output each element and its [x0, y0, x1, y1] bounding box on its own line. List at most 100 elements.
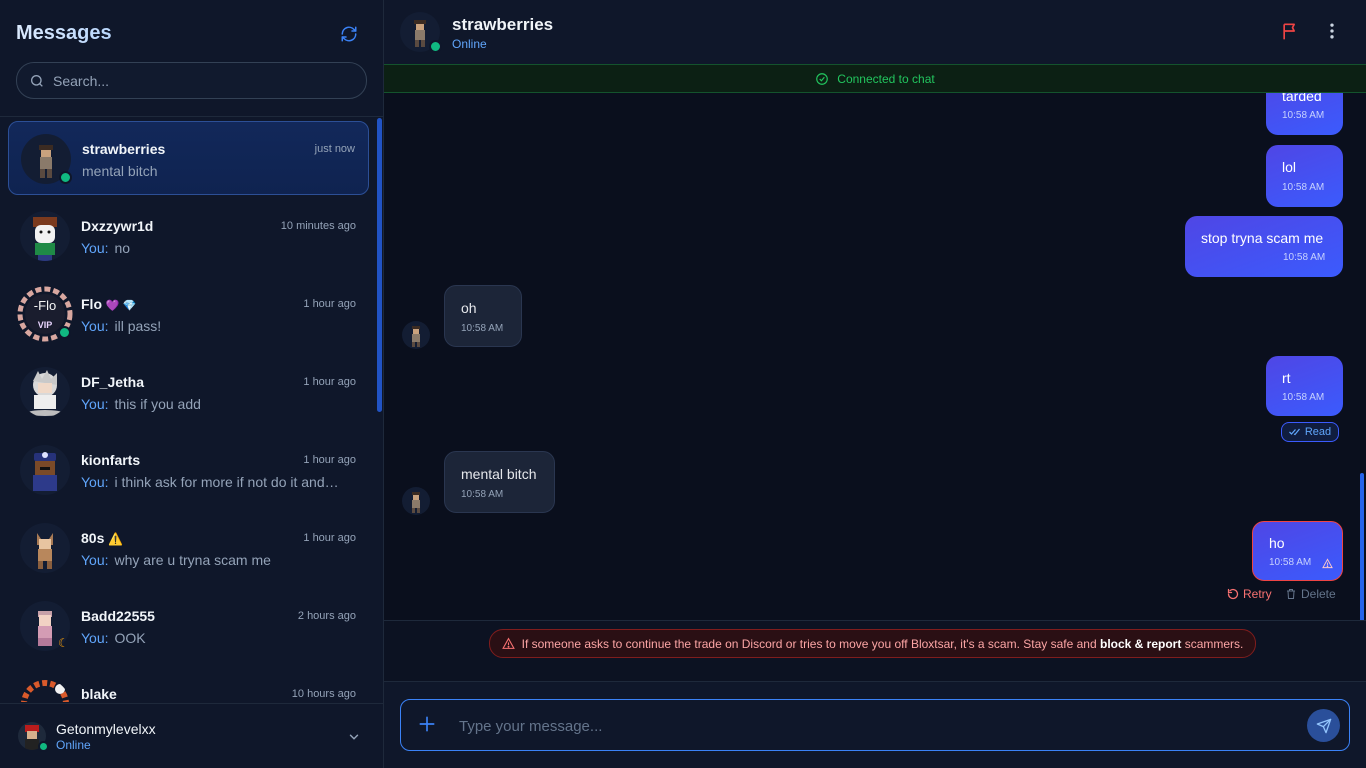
- sidebar-scrollbar[interactable]: [377, 118, 382, 412]
- avatar: [20, 367, 70, 417]
- conversation-name: strawberries: [82, 141, 166, 157]
- report-button[interactable]: [1280, 21, 1302, 43]
- contact-status: Online: [452, 37, 487, 51]
- conversation-item-blake[interactable]: blake 10 hours ago: [8, 667, 369, 702]
- message-text: ho: [1269, 535, 1285, 551]
- message-list: tarded 10:58 AM lol 10:58 AM stop tryna …: [384, 93, 1366, 681]
- retry-label: Retry: [1243, 587, 1272, 601]
- delete-label: Delete: [1301, 587, 1336, 601]
- conversation-name: Flo 💜 💎: [81, 296, 136, 312]
- conversation-item-badd22555[interactable]: ☾ Badd22555 2 hours ago You: OOK: [8, 589, 369, 663]
- message-preview: ill pass!: [114, 318, 162, 334]
- user-menu-toggle[interactable]: [347, 730, 361, 749]
- send-icon: [1316, 718, 1331, 733]
- conversation-name: 80s ⚠️: [81, 530, 123, 546]
- warning-text-bold: block & report: [1100, 636, 1182, 651]
- warning-text-pre: If someone asks to continue the trade on…: [521, 636, 1097, 651]
- conversation-preview: You: no: [81, 240, 351, 256]
- message-bubble-outgoing[interactable]: rt 10:58 AM: [1266, 356, 1343, 416]
- delete-button[interactable]: Delete: [1285, 587, 1336, 601]
- warning-text: If someone asks to continue the trade on…: [522, 637, 1244, 651]
- conversation-preview: You: i think ask for more if not do it an…: [81, 474, 351, 490]
- avatar: [20, 523, 70, 573]
- moon-icon: ☾: [58, 636, 69, 650]
- sender-avatar: [402, 321, 430, 349]
- search-icon: [31, 74, 43, 87]
- conversation-time: 1 hour ago: [303, 532, 356, 544]
- svg-text:-Flo: -Flo: [34, 298, 56, 313]
- conversation-name: DF_Jetha: [81, 374, 145, 390]
- conversation-preview: mental bitch: [82, 163, 352, 179]
- message-text: mental bitch: [461, 466, 537, 482]
- conversation-name-text: 80s: [81, 530, 105, 546]
- retry-icon: [1227, 588, 1239, 600]
- conversation-preview: You: why are u tryna scam me: [81, 552, 351, 568]
- you-label: You:: [81, 474, 109, 490]
- conversation-preview: You: ill pass!: [81, 318, 351, 334]
- sidebar: Messages strawberries just now mental bi…: [0, 0, 384, 768]
- message-bubble-failed[interactable]: ho 10:58 AM: [1252, 521, 1343, 581]
- composer: [384, 681, 1366, 768]
- message-bubble-outgoing[interactable]: stop tryna scam me 10:58 AM: [1185, 216, 1343, 277]
- conversation-time: 10 hours ago: [291, 688, 356, 700]
- conversation-item-kionfarts[interactable]: kionfarts 1 hour ago You: i think ask for…: [8, 433, 369, 507]
- retry-button[interactable]: Retry: [1227, 587, 1272, 601]
- conversation-time: 2 hours ago: [297, 610, 356, 622]
- message-preview: i think ask for more if not do it and…: [114, 474, 339, 490]
- message-input[interactable]: [459, 715, 1289, 737]
- online-indicator: [38, 741, 49, 752]
- you-label: You:: [81, 396, 109, 412]
- conversation-list: strawberries just now mental bitch Dxzzy…: [0, 118, 376, 702]
- connection-status-text: Connected to chat: [837, 71, 935, 86]
- safety-warning-area: If someone asks to continue the trade on…: [384, 620, 1366, 681]
- attach-button[interactable]: [417, 714, 439, 736]
- message-preview: this if you add: [114, 396, 201, 412]
- conversation-time: just now: [314, 143, 355, 155]
- avatar: [20, 211, 70, 261]
- online-indicator: [58, 326, 71, 339]
- you-label: You:: [81, 240, 109, 256]
- message-text: rt: [1282, 370, 1291, 386]
- message-bubble-incoming[interactable]: oh 10:58 AM: [444, 285, 522, 347]
- avatar: [20, 445, 70, 495]
- search-input[interactable]: [53, 72, 343, 89]
- message-preview: OOK: [114, 630, 146, 646]
- conversation-preview: You: this if you add: [81, 396, 351, 412]
- conversation-item-80s[interactable]: 80s ⚠️ 1 hour ago You: why are u tryna sc…: [8, 511, 369, 585]
- message-bubble-outgoing[interactable]: lol 10:58 AM: [1266, 145, 1343, 207]
- message-text: oh: [461, 300, 477, 316]
- message-preview: why are u tryna scam me: [114, 552, 271, 568]
- conversation-item-dxzzywr1d[interactable]: Dxzzywr1d 10 minutes ago You: no: [8, 199, 369, 273]
- message-time: 10:58 AM: [1269, 557, 1312, 568]
- current-user-panel[interactable]: Getonmylevelxx Online: [0, 703, 383, 768]
- contact-name: strawberries: [452, 15, 554, 34]
- scam-warning-banner: If someone asks to continue the trade on…: [489, 629, 1256, 658]
- conversation-name: kionfarts: [81, 452, 141, 468]
- search-box: [16, 62, 367, 99]
- message-time: 10:58 AM: [1282, 110, 1325, 121]
- more-options-button[interactable]: [1322, 21, 1344, 43]
- conversation-item-strawberries[interactable]: strawberries just now mental bitch: [8, 121, 369, 195]
- sender-avatar: [402, 487, 430, 515]
- chevron-down-icon: [349, 734, 359, 740]
- message-bubble-incoming[interactable]: mental bitch 10:58 AM: [444, 451, 555, 513]
- conversation-item-df-jetha[interactable]: DF_Jetha 1 hour ago You: this if you add: [8, 355, 369, 429]
- conversation-time: 1 hour ago: [303, 376, 356, 388]
- conversation-time: 1 hour ago: [303, 454, 356, 466]
- message-text: lol: [1282, 159, 1297, 175]
- conversation-preview: You: OOK: [81, 630, 351, 646]
- conversation-item-flo[interactable]: -Flo VIP Flo 💜 💎 1 hour ago You: ill pass!: [8, 277, 369, 351]
- alert-triangle-icon: [1322, 558, 1333, 569]
- you-label: You:: [81, 318, 109, 334]
- you-label: You:: [81, 630, 109, 646]
- sidebar-title: Messages: [16, 20, 368, 46]
- message-text: stop tryna scam me: [1201, 230, 1324, 246]
- warning-icon: [501, 637, 515, 649]
- message-input-box: [400, 699, 1350, 751]
- trash-icon: [1287, 589, 1295, 599]
- refresh-button[interactable]: [338, 23, 360, 45]
- sidebar-divider: [0, 116, 383, 117]
- message-bubble-outgoing[interactable]: tarded 10:58 AM: [1266, 93, 1343, 135]
- double-check-icon: [1288, 428, 1300, 436]
- send-button[interactable]: [1307, 709, 1340, 742]
